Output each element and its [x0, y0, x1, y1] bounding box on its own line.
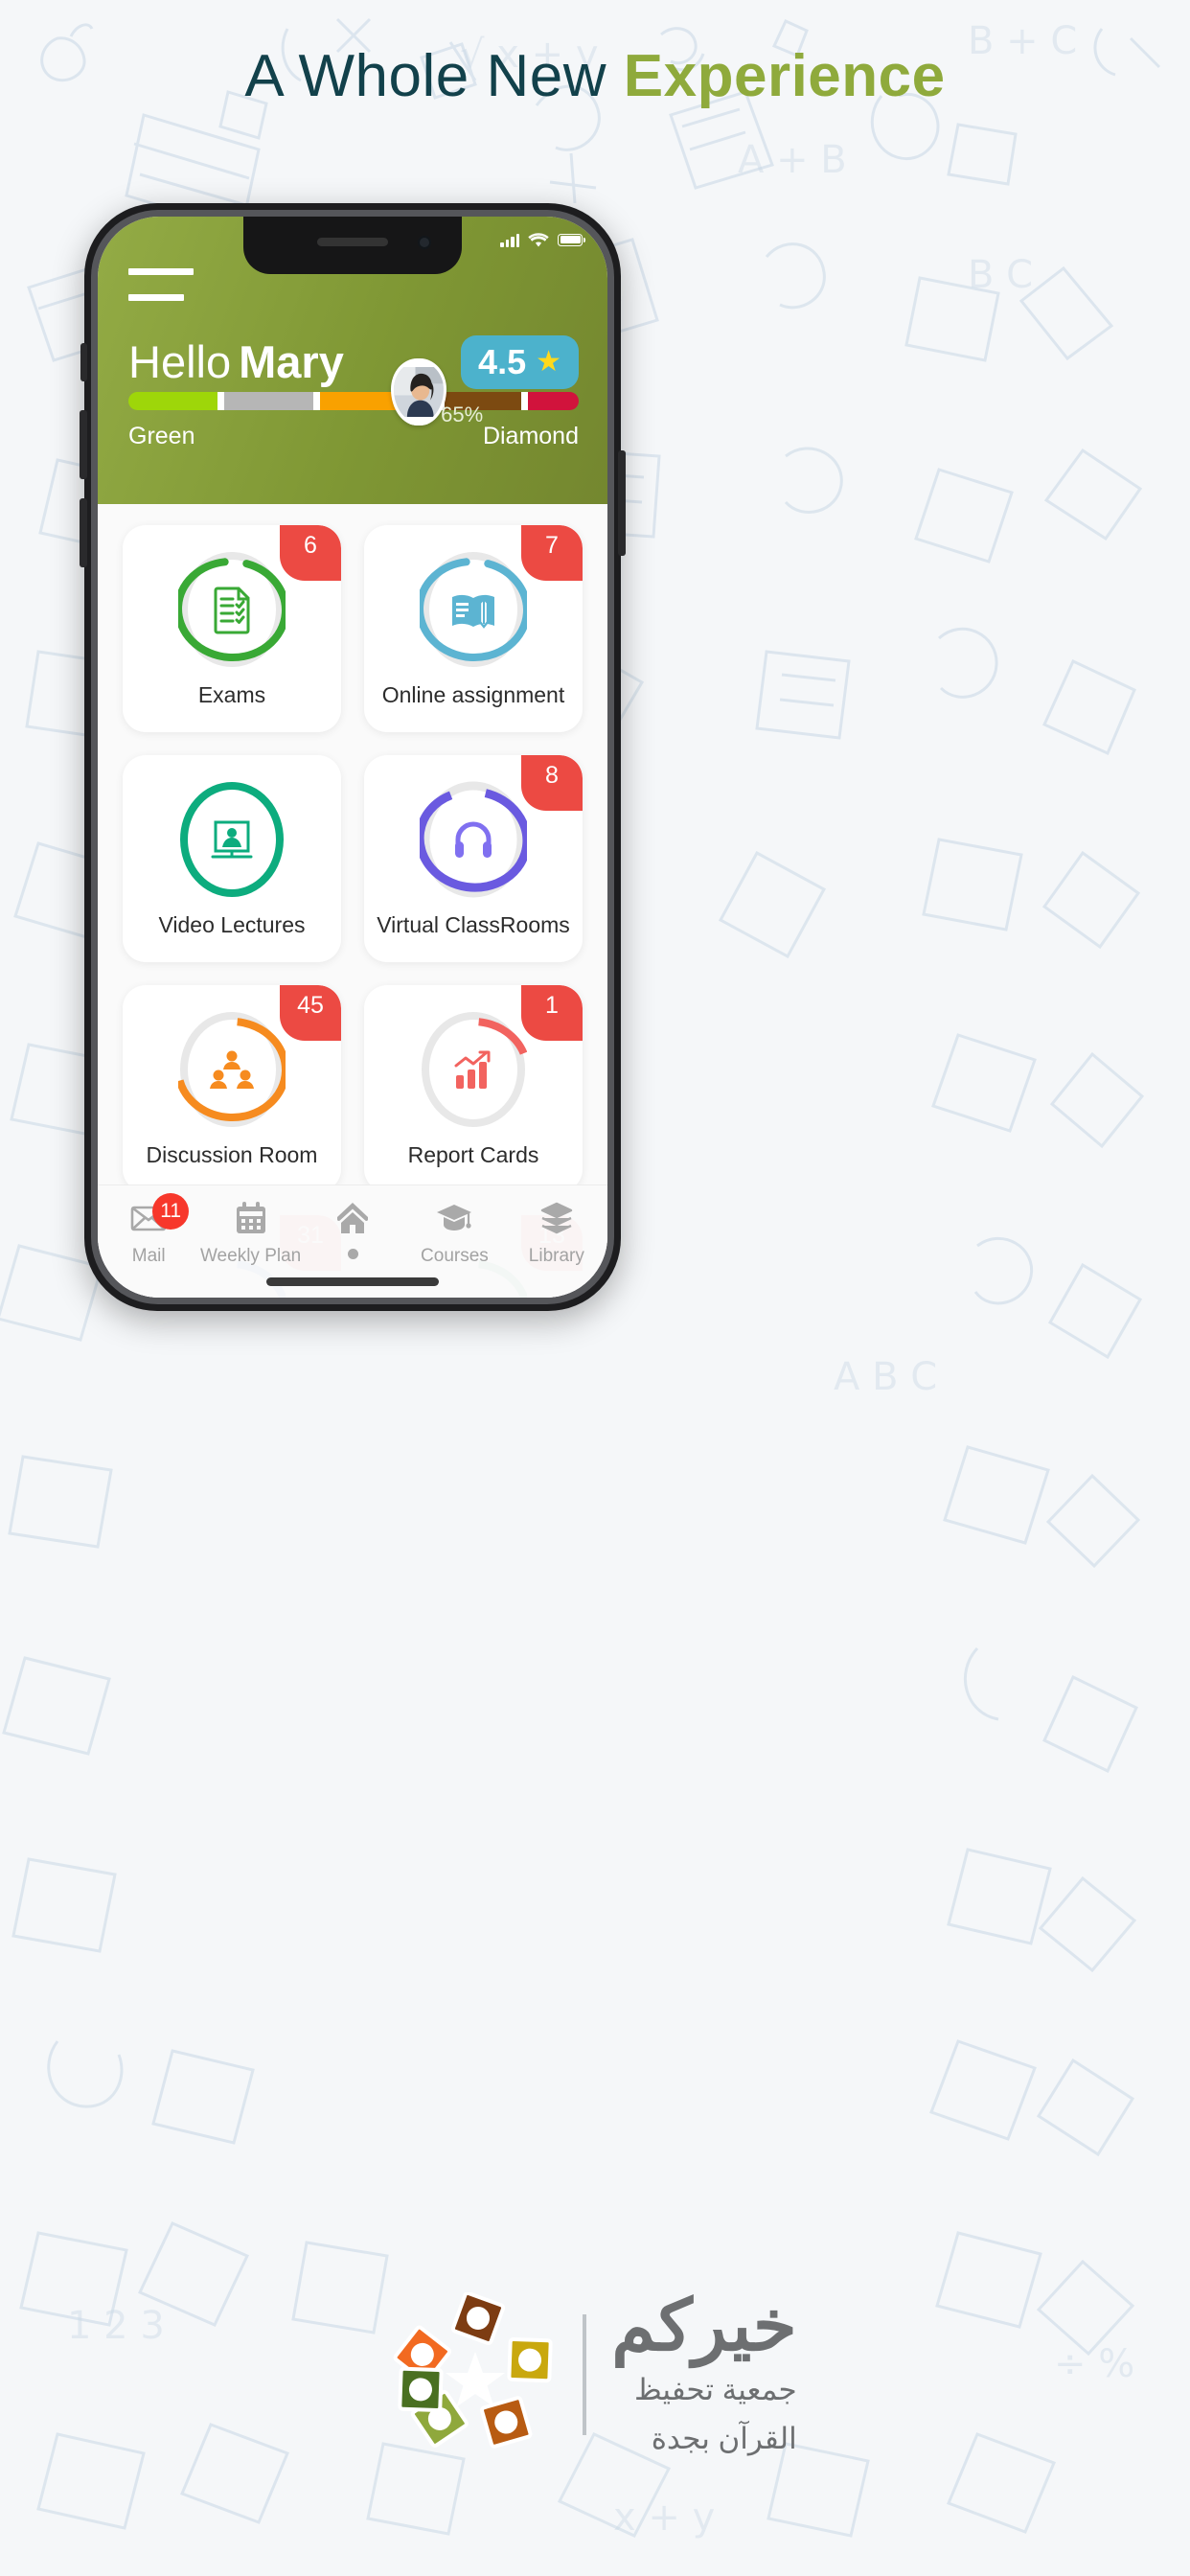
phone-mockup: Hello Mary 4.5 ★ 65% Green Diamond 6 Exa…: [80, 203, 626, 1311]
nav-item-home[interactable]: [302, 1199, 403, 1259]
nav-item-library[interactable]: Library: [506, 1199, 607, 1267]
progress-avatar-pin: 65%: [391, 358, 483, 426]
svg-text:B C: B C: [968, 253, 1033, 297]
calendar-icon: [232, 1199, 270, 1237]
active-tab-indicator: [347, 1249, 358, 1259]
card-label: Report Cards: [407, 1141, 539, 1167]
khairakum-star-logo: [393, 2292, 558, 2457]
progress-ring: [178, 550, 286, 669]
card-video-lectures[interactable]: Video Lectures: [123, 755, 341, 962]
logo-subtitle-line2: القرآن بجدة: [651, 2422, 797, 2455]
card-badge: 6: [280, 525, 341, 581]
phone-volume-up[interactable]: [80, 410, 87, 479]
progress-percent-label: 65%: [441, 402, 484, 426]
home-indicator[interactable]: [266, 1277, 439, 1286]
bottom-navigation: 11 Mail Weekly Plan Courses Library: [98, 1184, 607, 1298]
nav-item-weekly-plan[interactable]: Weekly Plan: [199, 1199, 301, 1267]
rating-value: 4.5: [478, 342, 527, 381]
progress-label-end: Diamond: [482, 423, 579, 449]
card-label: Discussion Room: [146, 1141, 318, 1167]
nav-label-library: Library: [528, 1246, 584, 1266]
card-label: Virtual ClassRooms: [377, 911, 570, 937]
card-badge: 7: [521, 525, 583, 581]
group-discussion-icon: [207, 1045, 257, 1094]
signal-bars-icon: [500, 233, 519, 247]
wifi-icon: [528, 232, 549, 246]
home-icon: [333, 1199, 372, 1237]
card-discussion-room[interactable]: 45 Discussion Room: [123, 985, 341, 1192]
footer-logo: خيركم جمعية تحفيظ القرآن بجدة: [0, 2279, 1190, 2471]
phone-volume-down[interactable]: [80, 498, 87, 567]
app-body: 6 Exams 7 Online assignment Video Lectur…: [98, 504, 607, 1298]
rating-badge[interactable]: 4.5 ★: [461, 335, 579, 389]
card-report-cards[interactable]: 1 Report Cards: [364, 985, 583, 1192]
phone-notch: [243, 217, 462, 274]
nav-item-courses[interactable]: Courses: [403, 1199, 505, 1267]
books-stack-icon: [538, 1199, 576, 1237]
progress-segment-diamond: [520, 392, 579, 410]
progress-segment-silver: [217, 392, 313, 410]
svg-text:A + B: A + B: [738, 138, 847, 182]
progress-ring: [178, 1010, 286, 1129]
progress-ring: [420, 550, 527, 669]
card-label: Video Lectures: [158, 911, 306, 937]
card-badge: 8: [521, 755, 583, 811]
phone-screen: Hello Mary 4.5 ★ 65% Green Diamond 6 Exa…: [98, 217, 607, 1298]
nav-label-weekly-plan: Weekly Plan: [199, 1246, 302, 1266]
card-label: Exams: [197, 681, 266, 707]
greeting-text: Hello Mary: [128, 335, 344, 388]
greeting-username: Mary: [239, 336, 344, 387]
card-badge: 1: [521, 985, 583, 1041]
progress-ring: [178, 780, 286, 899]
progress-ring: [420, 1010, 527, 1129]
checklist-document-icon: [207, 585, 257, 634]
logo-subtitle-line1: جمعية تحفيظ: [633, 2373, 797, 2407]
status-bar: [500, 230, 586, 249]
phone-mute-switch[interactable]: [80, 343, 87, 381]
bar-chart-growth-icon: [448, 1045, 498, 1094]
feature-grid: 6 Exams 7 Online assignment Video Lectur…: [98, 504, 607, 1298]
book-pencil-icon: [448, 585, 498, 634]
battery-full-icon: [558, 233, 586, 246]
card-label: Online assignment: [381, 681, 565, 707]
headline-bold-text: Experience: [623, 43, 946, 109]
nav-label-courses: Courses: [421, 1246, 489, 1266]
card-online-assignment[interactable]: 7 Online assignment: [364, 525, 583, 732]
logo-title: خيركم: [611, 2286, 797, 2366]
progress-bar[interactable]: [128, 392, 579, 410]
svg-text:A B C: A B C: [834, 1355, 937, 1399]
video-lecture-icon: [207, 815, 257, 864]
headphones-icon: [448, 815, 498, 864]
earpiece-speaker: [317, 238, 388, 246]
hamburger-menu-icon[interactable]: [128, 268, 194, 301]
front-camera: [418, 236, 431, 249]
nav-item-mail[interactable]: 11 Mail: [98, 1193, 199, 1267]
greeting-hello: Hello: [128, 336, 232, 387]
graduation-cap-icon: [435, 1199, 473, 1237]
card-exams[interactable]: 6 Exams: [123, 525, 341, 732]
logo-text: خيركم جمعية تحفيظ القرآن بجدة: [611, 2290, 796, 2459]
rank-progress: 65% Green Diamond: [128, 358, 579, 450]
nav-badge-mail: 11: [152, 1193, 190, 1230]
logo-divider: [583, 2314, 587, 2435]
user-avatar-photo: [394, 361, 445, 423]
card-badge: 45: [280, 985, 341, 1041]
avatar-bubble: [391, 358, 447, 426]
nav-label-mail: Mail: [131, 1246, 166, 1266]
star-icon: ★: [536, 346, 561, 378]
progress-segment-green: [128, 392, 217, 410]
svg-text:x + y: x + y: [613, 2496, 715, 2540]
progress-label-start: Green: [128, 423, 195, 449]
phone-power-button[interactable]: [618, 450, 626, 556]
card-virtual-classrooms[interactable]: 8 Virtual ClassRooms: [364, 755, 583, 962]
page-headline: A Whole New Experience: [0, 42, 1190, 110]
progress-ring: [420, 780, 527, 899]
progress-labels: Green Diamond: [128, 423, 579, 450]
headline-light-text: A Whole New: [244, 43, 607, 109]
